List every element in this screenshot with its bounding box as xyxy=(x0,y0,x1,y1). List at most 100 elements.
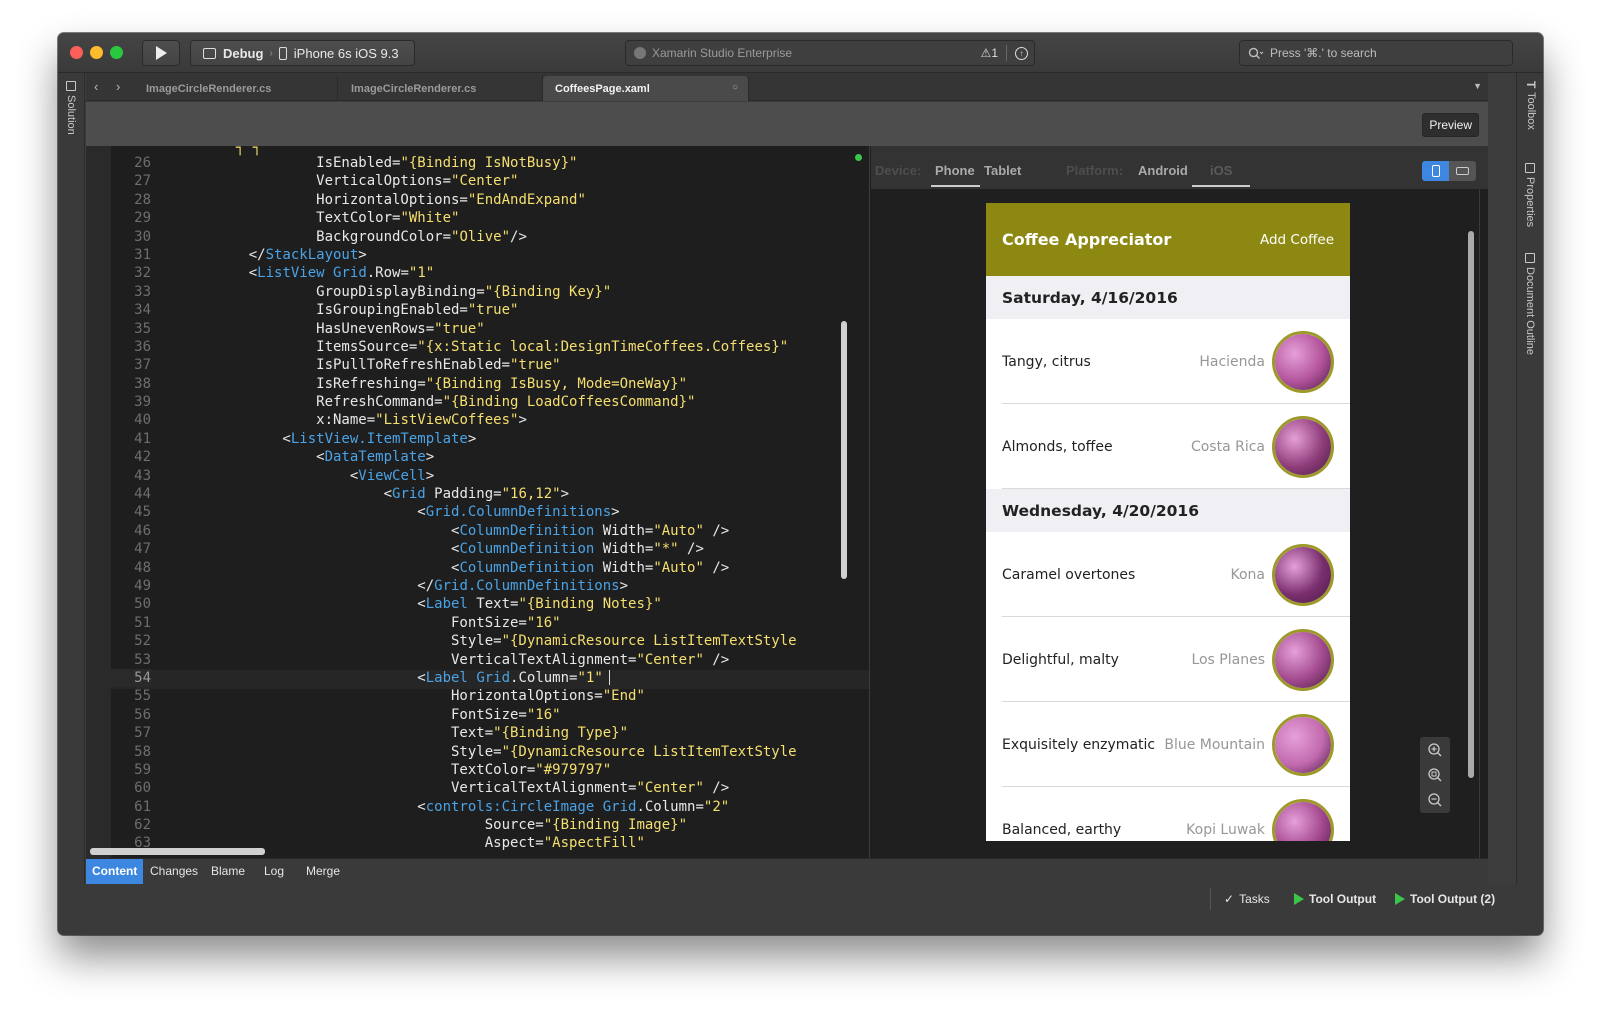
title-bar: Debug › iPhone 6s iOS 9.3 Xamarin Studio… xyxy=(58,33,1543,73)
tab-log[interactable]: Log xyxy=(258,859,290,884)
properties-icon xyxy=(1525,163,1535,173)
code-line: TextColor="#979797" xyxy=(156,761,612,778)
warning-count[interactable]: 1 xyxy=(991,46,998,60)
modified-dot-icon[interactable]: ○ xyxy=(732,82,738,93)
line-number: 52 xyxy=(134,633,151,650)
line-number: 42 xyxy=(134,449,151,466)
coffee-notes: Delightful, malty xyxy=(1002,651,1119,668)
coffee-notes: Almonds, toffee xyxy=(1002,438,1113,455)
coffee-list[interactable]: Saturday, 4/16/2016 Tangy, citrus Hacienda… xyxy=(986,276,1350,841)
line-numbers: 26 27 28 29 30 31 32 33 34 35 36 37 38 39 40 41 42 43 44 45… xyxy=(111,154,151,853)
app-title: Coffee Appreciator xyxy=(1002,230,1172,249)
code-text[interactable]: IsEnabled="{Binding IsNotBusy}" Vertical… xyxy=(156,154,797,853)
preview-vertical-scrollbar[interactable] xyxy=(1468,231,1474,778)
code-line: <ViewCell> xyxy=(156,467,435,484)
coffee-list-item[interactable]: Tangy, citrus Hacienda xyxy=(986,319,1350,404)
run-configuration-selector[interactable]: Debug › iPhone 6s iOS 9.3 xyxy=(190,40,415,66)
line-number: 39 xyxy=(134,394,151,411)
group-header: Wednesday, 4/20/2016 xyxy=(986,489,1350,532)
coffee-image xyxy=(1272,415,1334,478)
tab-coffees-page[interactable]: CoffeesPage.xaml ○ xyxy=(543,76,749,101)
device-option-phone[interactable]: Phone xyxy=(935,163,975,178)
tab-changes[interactable]: Changes xyxy=(144,859,204,884)
back-arrow-icon[interactable]: ‹ xyxy=(94,79,98,94)
device-option-tablet[interactable]: Tablet xyxy=(984,163,1021,178)
code-line: <ListView.ItemTemplate> xyxy=(156,430,477,447)
xamarin-icon xyxy=(634,47,646,59)
line-number: 28 xyxy=(134,191,151,208)
document-view-tabs: Content Changes Blame Log Merge xyxy=(86,858,1488,884)
tab-content[interactable]: Content xyxy=(86,859,144,884)
line-number: 54 xyxy=(111,668,151,688)
tool-output-button[interactable]: Tool Output xyxy=(1294,892,1376,906)
tab-image-circle-renderer-2[interactable]: ImageCircleRenderer.cs xyxy=(339,76,543,101)
coffee-list-item[interactable]: Delightful, malty Los Planes xyxy=(986,617,1350,702)
coffee-list-item[interactable]: Caramel overtones Kona xyxy=(986,532,1350,617)
document-outline-pad-tab[interactable]: Document Outline xyxy=(1524,253,1536,355)
editor-horizontal-scrollbar[interactable] xyxy=(90,848,265,855)
zoom-out-icon[interactable] xyxy=(1427,792,1443,808)
left-pad-strip: Solution xyxy=(58,73,85,895)
coffee-image xyxy=(1272,798,1334,841)
coffee-image xyxy=(1272,543,1334,606)
line-number: 47 xyxy=(134,541,151,558)
line-number: 36 xyxy=(134,338,151,355)
code-editor[interactable]: 26 27 28 29 30 31 32 33 34 35 36 37 38 39 40 41 42 43 44 45… xyxy=(86,146,869,858)
outline-icon xyxy=(1525,253,1535,263)
coffee-list-item[interactable]: Balanced, earthy Kopi Luwak xyxy=(986,787,1350,841)
zoom-window-button[interactable] xyxy=(110,46,123,59)
checkmark-icon: ✓ xyxy=(1224,892,1235,906)
properties-pad-tab[interactable]: Properties xyxy=(1524,163,1536,227)
zoom-in-icon[interactable] xyxy=(1427,742,1443,758)
document-tab-bar: ‹ › ImageCircleRenderer.cs ImageCircleRe… xyxy=(86,73,1488,101)
platform-label: Platform: xyxy=(1066,163,1124,178)
status-text: Xamarin Studio Enterprise xyxy=(652,46,793,60)
preview-button[interactable]: Preview xyxy=(1422,113,1479,137)
tab-merge[interactable]: Merge xyxy=(300,859,346,884)
forward-arrow-icon[interactable]: › xyxy=(116,79,120,94)
search-input[interactable] xyxy=(1270,46,1490,60)
portrait-button[interactable] xyxy=(1422,161,1449,181)
line-number: 38 xyxy=(134,375,151,392)
line-number: 27 xyxy=(134,173,151,190)
line-number: 29 xyxy=(134,210,151,227)
status-area: Xamarin Studio Enterprise ⚠ 1 ↑ xyxy=(625,40,1035,66)
close-window-button[interactable] xyxy=(70,46,83,59)
window-icon xyxy=(203,47,216,59)
tab-image-circle-renderer-1[interactable]: ImageCircleRenderer.cs xyxy=(134,76,338,101)
coffee-list-item[interactable]: Almonds, toffee Costa Rica xyxy=(986,404,1350,489)
preview-canvas[interactable]: Coffee Appreciator Add Coffee Saturday, … xyxy=(871,189,1488,858)
toolbox-pad-tab[interactable]: T Toolbox xyxy=(1524,81,1538,130)
add-coffee-button[interactable]: Add Coffee xyxy=(1260,232,1334,248)
platform-option-android[interactable]: Android xyxy=(1138,163,1188,178)
global-search[interactable] xyxy=(1239,40,1513,66)
editor-vertical-scrollbar[interactable] xyxy=(841,321,847,579)
ide-window: Debug › iPhone 6s iOS 9.3 Xamarin Studio… xyxy=(58,33,1543,935)
info-icon[interactable]: ↑ xyxy=(1015,46,1028,60)
solution-pad-tab[interactable]: Solution xyxy=(65,81,77,135)
minimize-window-button[interactable] xyxy=(90,46,103,59)
code-line: IsRefreshing="{Binding IsBusy, Mode=OneW… xyxy=(156,375,688,392)
previewer-toolbar: Device: Phone Tablet Platform: Android i… xyxy=(871,146,1488,189)
tasks-pad-button[interactable]: ✓ Tasks xyxy=(1224,892,1270,906)
code-line: VerticalTextAlignment="Center" /> xyxy=(156,651,730,668)
zoom-fit-icon[interactable] xyxy=(1427,767,1443,783)
coffee-list-item[interactable]: Exquisitely enzymatic Blue Mountain xyxy=(986,702,1350,787)
device-label: iPhone 6s iOS 9.3 xyxy=(293,45,399,61)
line-number: 62 xyxy=(134,817,151,834)
tab-overflow-icon[interactable]: ▼ xyxy=(1473,81,1482,91)
warning-icon[interactable]: ⚠ xyxy=(981,46,992,60)
line-number: 35 xyxy=(134,320,151,337)
status-divider xyxy=(1006,45,1007,61)
code-line: </Grid.ColumnDefinitions> xyxy=(156,577,629,594)
landscape-button[interactable] xyxy=(1449,161,1476,181)
platform-option-ios[interactable]: iOS xyxy=(1210,163,1232,178)
code-line: HorizontalOptions="End" xyxy=(156,688,645,705)
coffee-type: Hacienda xyxy=(1199,353,1265,370)
coffee-notes: Caramel overtones xyxy=(1002,566,1136,583)
line-number: 59 xyxy=(134,761,151,778)
tool-output-2-button[interactable]: Tool Output (2) xyxy=(1395,892,1495,906)
run-button[interactable] xyxy=(142,40,180,66)
code-line: <Grid.ColumnDefinitions> xyxy=(156,504,620,521)
tab-blame[interactable]: Blame xyxy=(205,859,251,884)
